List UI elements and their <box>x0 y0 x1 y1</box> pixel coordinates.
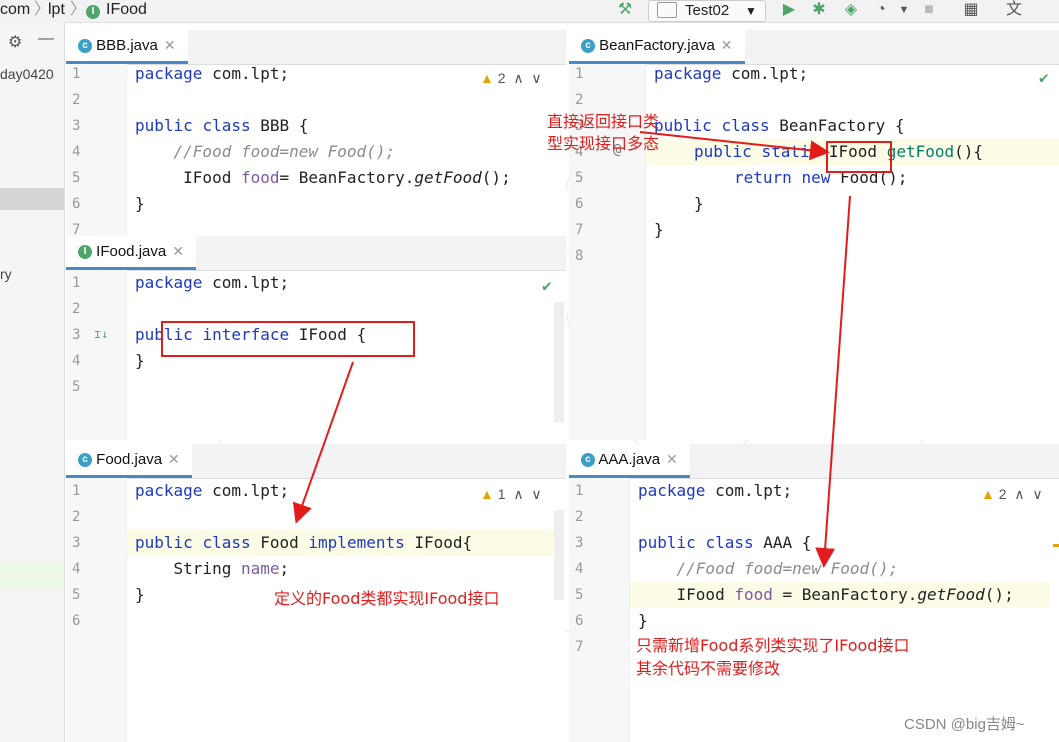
arrow-to-return-type <box>639 131 830 161</box>
annotation-arrows <box>292 131 851 568</box>
arrow-to-aaa <box>815 195 851 568</box>
watermark: CSDN @big吉姆~ <box>904 716 1025 733</box>
arrow-to-food <box>292 361 354 524</box>
